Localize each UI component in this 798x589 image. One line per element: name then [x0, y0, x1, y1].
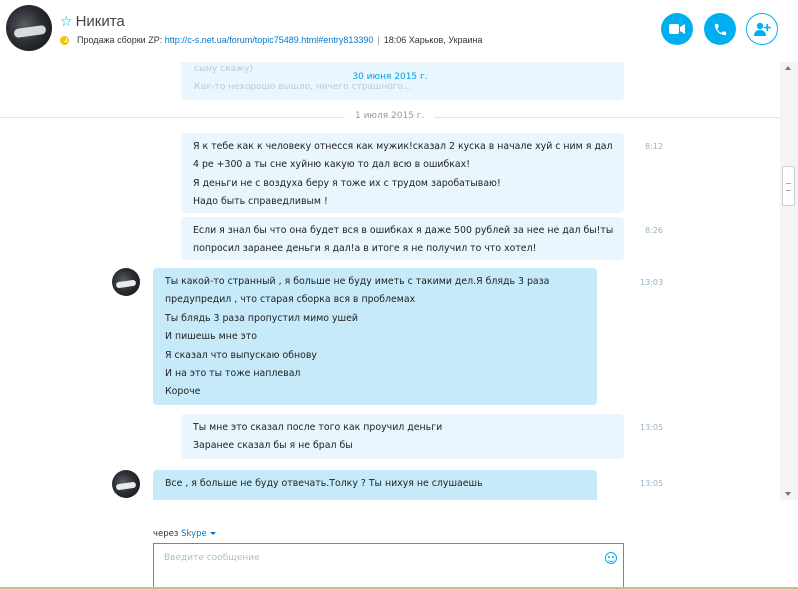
- message-text: Я сказал что выпускаю обнову: [165, 349, 317, 361]
- mood-separator: |: [377, 35, 380, 45]
- contact-name[interactable]: Никита: [76, 13, 125, 30]
- sender-avatar[interactable]: [112, 268, 140, 296]
- chat-scrollbar[interactable]: [780, 62, 798, 500]
- chevron-down-icon[interactable]: [209, 532, 216, 535]
- message-text: Ты блядь 3 раза пропустил мимо ушей: [165, 312, 358, 324]
- status-away-icon: [60, 35, 69, 45]
- message-text: Если я знал бы что она будет вся в ошибк…: [193, 225, 614, 255]
- contact-local-info: 18:06 Харьков, Украина: [383, 35, 483, 45]
- previous-message-line: Как-то нехорошо вышло, ничего страшного.…: [194, 82, 412, 92]
- video-camera-icon: [669, 24, 685, 34]
- conversation-header: ☆ Никита Продажа сборки ZP: http://c-s.n…: [0, 0, 798, 62]
- message-timestamp: 13:05: [640, 423, 664, 432]
- message-text: Все , я больше не буду отвечать.Толку ? …: [165, 478, 483, 489]
- scroll-down-arrow-icon[interactable]: [785, 492, 791, 496]
- add-people-button[interactable]: [746, 13, 778, 45]
- outgoing-message[interactable]: Я к тебе как к человеку отнесся как мужи…: [181, 133, 624, 213]
- message-timestamp: 8:12: [645, 142, 663, 151]
- message-history[interactable]: сыну скажу) Как-то нехорошо вышло, ничег…: [0, 62, 780, 500]
- audio-call-button[interactable]: [704, 13, 736, 45]
- contact-avatar[interactable]: [6, 5, 52, 51]
- via-service[interactable]: Skype: [181, 529, 207, 539]
- contact-name-row: ☆ Никита: [60, 13, 125, 30]
- incoming-message[interactable]: Ты какой-то странный , я больше не буду …: [153, 268, 597, 405]
- message-text: Я деньги не с воздуха беру я тоже их с т…: [193, 177, 501, 189]
- via-label: через: [153, 529, 179, 539]
- mood-message: Продажа сборки ZP: http://c-s.net.ua/for…: [60, 35, 483, 45]
- mood-link[interactable]: http://c-s.net.ua/forum/topic75489.html#…: [165, 35, 374, 45]
- message-input[interactable]: [154, 544, 594, 572]
- message-text: Короче: [165, 386, 201, 398]
- message-timestamp: 13:03: [640, 278, 664, 287]
- mood-prefix: Продажа сборки ZP:: [77, 35, 163, 45]
- message-text: Надо быть справедливым !: [193, 196, 328, 208]
- scroll-up-arrow-icon[interactable]: [785, 66, 791, 70]
- message-text: И на это ты тоже наплевал: [165, 368, 301, 380]
- scrollbar-thumb[interactable]: [782, 166, 795, 206]
- date-separator: 1 июля 2015 г.: [345, 111, 435, 121]
- message-text: Я к тебе как к человеку отнесся как мужи…: [193, 141, 613, 171]
- outgoing-message[interactable]: Если я знал бы что она будет вся в ошибк…: [181, 217, 624, 260]
- phone-icon: [714, 23, 726, 35]
- incoming-message[interactable]: Все , я больше не буду отвечать.Толку ? …: [153, 470, 597, 500]
- send-via-selector[interactable]: через Skype: [153, 529, 216, 539]
- message-compose-box[interactable]: [153, 543, 624, 589]
- emoticon-icon[interactable]: [605, 552, 617, 564]
- sticky-date-header: 30 июня 2015 г.: [352, 72, 428, 82]
- message-timestamp: 8:26: [645, 226, 663, 235]
- sender-avatar[interactable]: [112, 470, 140, 498]
- message-timestamp: 13:05: [640, 479, 664, 488]
- message-text: И пишешь мне это: [165, 331, 257, 343]
- message-text: Заранее сказал бы я не брал бы: [193, 440, 353, 452]
- outgoing-message[interactable]: Ты мне это сказал после того как проучил…: [181, 414, 624, 459]
- favorite-star-icon[interactable]: ☆: [60, 15, 73, 29]
- video-call-button[interactable]: [661, 13, 693, 45]
- message-text: Ты мне это сказал после того как проучил…: [193, 422, 443, 433]
- add-person-icon: [754, 22, 771, 36]
- message-text: Ты какой-то странный , я больше не буду …: [165, 276, 550, 306]
